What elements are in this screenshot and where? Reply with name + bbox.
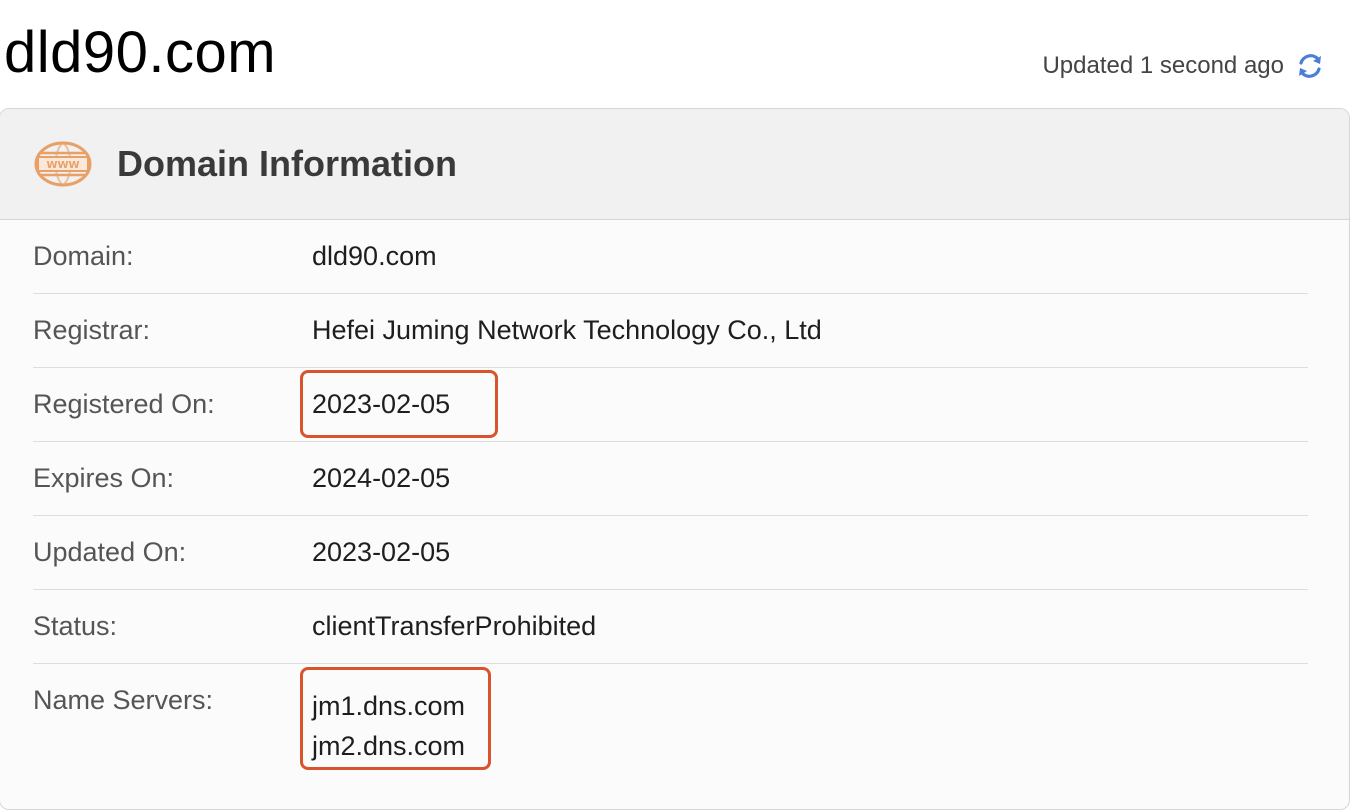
row-domain: Domain: dld90.com bbox=[33, 220, 1308, 294]
row-name-servers: Name Servers: jm1.dns.com jm2.dns.com bbox=[33, 664, 1308, 774]
row-label: Updated On: bbox=[33, 537, 187, 567]
row-label: Expires On: bbox=[33, 463, 175, 493]
page-title: dld90.com bbox=[4, 20, 277, 85]
row-expires-on: Expires On: 2024-02-05 bbox=[33, 442, 1308, 516]
name-server-list: jm1.dns.com jm2.dns.com bbox=[312, 685, 465, 766]
row-value: 2024-02-05 bbox=[312, 463, 451, 493]
row-registered-on: Registered On: 2023-02-05 bbox=[33, 368, 1308, 442]
card-title: Domain Information bbox=[117, 143, 457, 184]
row-value: dld90.com bbox=[312, 241, 437, 271]
row-value: Hefei Juming Network Technology Co., Ltd bbox=[312, 315, 822, 345]
card-header: WWW Domain Information bbox=[0, 109, 1349, 220]
row-value: 2023-02-05 bbox=[312, 537, 451, 567]
row-label: Registrar: bbox=[33, 315, 151, 345]
www-icon: WWW bbox=[33, 134, 93, 194]
row-label: Domain: bbox=[33, 241, 134, 271]
row-value: jm1.dns.com jm2.dns.com bbox=[312, 664, 465, 766]
domain-info-card: WWW Domain Information Domain: dld90.com… bbox=[0, 108, 1350, 810]
row-label: Status: bbox=[33, 611, 118, 641]
row-label: Registered On: bbox=[33, 389, 215, 419]
row-registrar: Registrar: Hefei Juming Network Technolo… bbox=[33, 294, 1308, 368]
updated-text: Updated 1 second ago bbox=[1042, 52, 1284, 79]
row-value: clientTransferProhibited bbox=[312, 611, 597, 641]
name-server-item: jm2.dns.com bbox=[312, 731, 466, 761]
info-table: Domain: dld90.com Registrar: Hefei Jumin… bbox=[33, 220, 1308, 774]
refresh-icon[interactable] bbox=[1294, 50, 1326, 82]
row-updated-on: Updated On: 2023-02-05 bbox=[33, 516, 1308, 590]
last-updated: Updated 1 second ago bbox=[1042, 46, 1326, 86]
row-status: Status: clientTransferProhibited bbox=[33, 590, 1308, 664]
name-server-item: jm1.dns.com bbox=[312, 691, 466, 721]
svg-text:WWW: WWW bbox=[46, 160, 79, 171]
row-value: 2023-02-05 bbox=[312, 389, 451, 419]
row-label: Name Servers: bbox=[33, 685, 214, 715]
